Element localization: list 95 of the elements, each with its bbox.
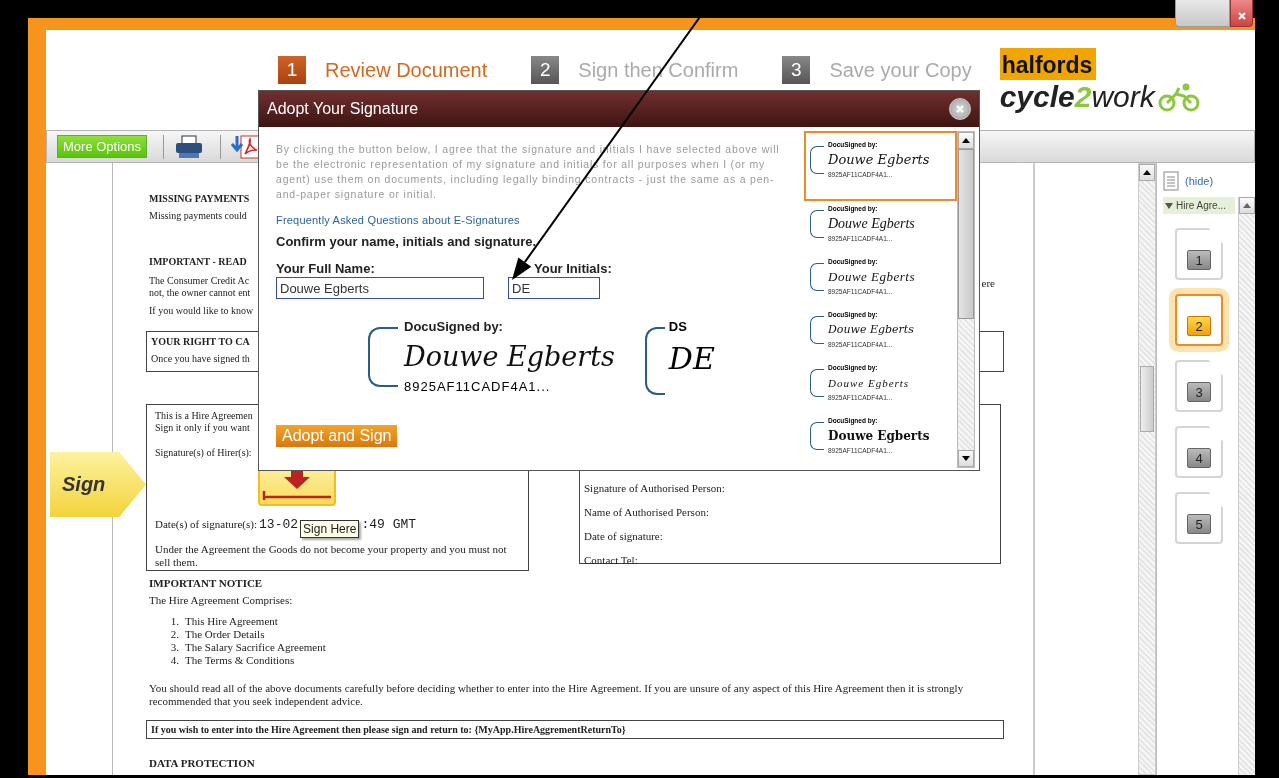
list-number: 1. <box>169 615 179 628</box>
field-label: Your Full Name: <box>276 261 376 276</box>
page-thumbnail[interactable]: 4 <box>1175 426 1223 478</box>
paragraph-line: This is a Hire Agreemen <box>155 410 253 422</box>
field-label: Date of signature: <box>584 530 663 543</box>
paragraph-line: The Consumer Credit Ac <box>149 275 250 287</box>
down-arrow-icon[interactable] <box>962 456 970 461</box>
page-number: 4 <box>1187 448 1211 468</box>
signature-frame <box>810 263 824 291</box>
scrollbar[interactable] <box>1238 197 1255 775</box>
list-number: 2. <box>169 628 179 641</box>
paragraph: If you would like to know <box>149 304 254 317</box>
list-number: 3. <box>169 641 179 654</box>
logo-wordmark: cycle2work <box>999 80 1155 114</box>
page-thumbnail[interactable]: 5 <box>1175 492 1223 544</box>
scrollbar-thumb[interactable] <box>1140 366 1154 432</box>
section-heading: DATA PROTECTION <box>149 757 255 769</box>
section-header[interactable]: Hire Agre... <box>1163 197 1235 214</box>
scrollbar[interactable] <box>1138 163 1156 775</box>
print-icon[interactable] <box>174 134 205 159</box>
dialog-title: Adopt Your Signature <box>267 100 419 118</box>
paragraph: Under the Agreement the Goods do not become your property and you must not sell them. <box>155 543 508 569</box>
page-number: 3 <box>1187 382 1211 402</box>
paragraph-line: ere <box>981 277 995 290</box>
logo-brand: halfords <box>999 48 1097 80</box>
field-label: Contact Tel: <box>584 554 638 567</box>
paragraph: Once you have signed th <box>151 352 250 365</box>
scrollbar[interactable] <box>957 131 975 468</box>
signature: Douwe Egberts <box>828 268 916 286</box>
paragraph-line: not, the owner cannot ent <box>149 287 251 299</box>
up-arrow-icon[interactable] <box>1143 170 1151 175</box>
list-item: The Terms & Conditions <box>185 654 295 667</box>
list-item: The Order Details <box>185 628 265 641</box>
list-item: This Hire Agreement <box>185 615 278 628</box>
section-heading: IMPORTANT - READ <box>149 256 247 267</box>
signature-id: 8925AF11CADF4A1... <box>404 379 551 395</box>
page-thumbnail[interactable]: 3 <box>1175 360 1223 412</box>
signature-caption: DocuSigned by: <box>404 319 503 335</box>
faq-link[interactable]: Frequently Asked Questions about E-Signatures <box>276 214 520 226</box>
page-thumbnail[interactable]: 1 <box>1175 228 1223 280</box>
list-number: 4. <box>169 654 179 667</box>
step-number: 3 <box>782 56 811 84</box>
signature: Douwe Egberts <box>828 428 930 445</box>
field-label: Date(s) of signature(s): <box>155 517 258 531</box>
paragraph-line: Sign it only if you want <box>155 422 250 434</box>
time-value: :49 GMT <box>361 516 417 532</box>
signature-frame <box>810 210 824 238</box>
step-label: Save your Copy <box>829 58 972 82</box>
paragraph: Missing payments could <box>149 209 247 222</box>
section-title: Hire Agre... <box>1176 200 1227 211</box>
signature-frame <box>810 316 824 344</box>
signature: Douwe Egberts <box>828 376 910 391</box>
page-number: 1 <box>1187 250 1211 270</box>
field-label: Signature(s) of Hirer(s): <box>155 446 252 459</box>
box-heading: YOUR RIGHT TO CA <box>151 336 250 347</box>
signature-frame <box>810 369 824 397</box>
initials-field[interactable]: DE <box>508 277 600 299</box>
initials-caption: DS <box>668 319 687 335</box>
signature-frame <box>368 327 398 387</box>
sign-tab[interactable]: Sign <box>50 452 146 517</box>
section-heading: IMPORTANT NOTICE <box>149 577 263 589</box>
signature-frame <box>810 146 824 174</box>
step-label: Sign then Confirm <box>578 58 739 82</box>
signature: Douwe Egberts <box>828 322 914 338</box>
paragraph: The Hire Agreement Comprises: <box>149 594 293 607</box>
field-label: Name of Authorised Person: <box>584 506 709 519</box>
step-number: 2 <box>531 56 560 84</box>
scrollbar-thumb[interactable] <box>958 149 974 319</box>
close-button[interactable] <box>1230 0 1253 27</box>
signature: Douwe Egberts <box>828 215 915 233</box>
instruction-text: Confirm your name, initials and signature. <box>276 234 537 249</box>
up-arrow-icon[interactable] <box>962 138 970 143</box>
close-icon <box>956 105 964 113</box>
return-note: If you wish to enter into the Hire Agreement then please sign and return to: {MyApp.HireAggrementReturnTo} <box>146 720 1004 739</box>
signature-line-icon <box>261 491 332 500</box>
step-label: Review Document <box>325 58 488 82</box>
date-value: 13-02 <box>259 516 299 532</box>
signature: Douwe Egberts <box>828 151 930 169</box>
signature-frame <box>644 327 665 395</box>
cyclist-icon <box>1156 82 1201 112</box>
initials: DE <box>668 340 715 378</box>
close-icon <box>1237 12 1246 20</box>
paragraph: You should read all of the above documents carefully before deciding whether to enter into the Hire Agreement. If you are unsure of any aspect of this Hire Agreement then it is strongly recommended that you seek independent advice. <box>149 682 965 708</box>
section-heading: MISSING PAYMENTS <box>149 193 250 204</box>
page-number: 2 <box>1187 316 1211 336</box>
step-number: 1 <box>278 56 306 84</box>
signature: Douwe Egberts <box>404 340 615 374</box>
full-name-field[interactable]: Douwe Egberts <box>276 277 484 299</box>
tooltip: Sign Here <box>300 520 360 538</box>
page-number: 5 <box>1187 514 1211 534</box>
signature-frame <box>810 422 824 450</box>
list-item: The Salary Sacrifice Agreement <box>185 641 326 654</box>
field-label: Your Initials: <box>534 261 612 276</box>
field-label: Signature of Authorised Person: <box>584 482 725 495</box>
hide-link[interactable]: (hide) <box>1185 175 1214 187</box>
